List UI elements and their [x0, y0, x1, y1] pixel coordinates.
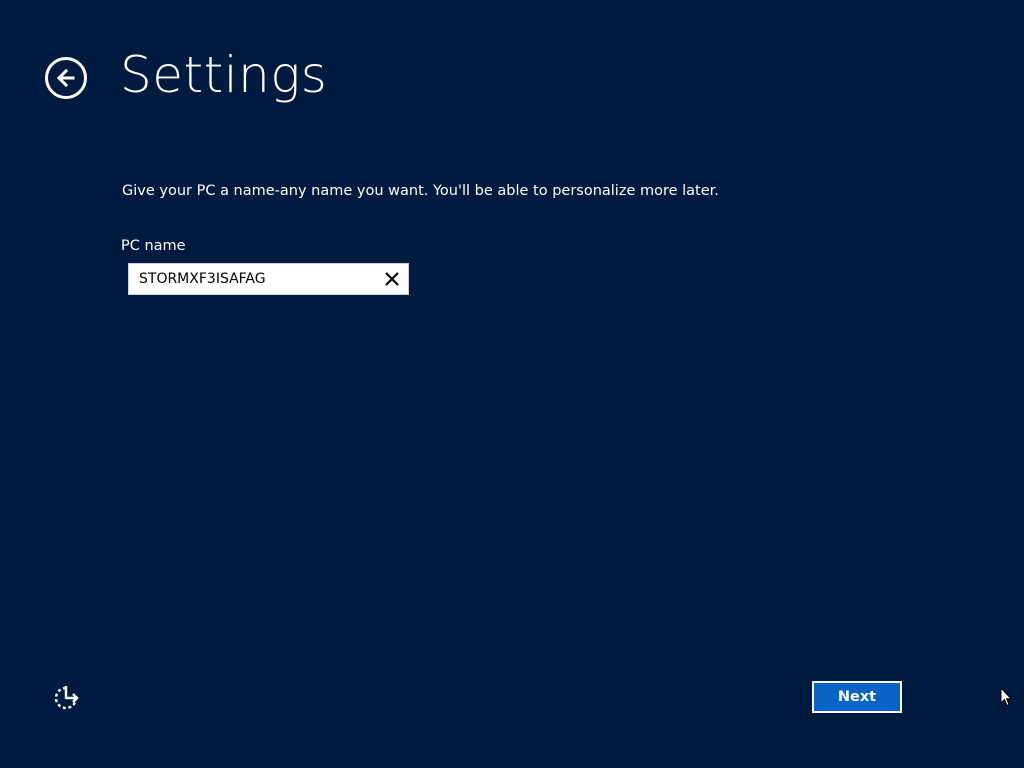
pc-name-input[interactable] [129, 264, 369, 294]
close-icon [385, 272, 399, 286]
pc-name-field [128, 263, 409, 295]
ease-of-access-icon [54, 686, 79, 710]
page-title: Settings [120, 46, 328, 104]
oobe-settings-page: Settings Give your PC a name-any name yo… [0, 0, 1024, 768]
instructions-text: Give your PC a name-any name you want. Y… [122, 183, 719, 199]
back-button[interactable] [45, 57, 87, 99]
clear-text-button[interactable] [380, 267, 404, 291]
pc-name-label: PC name [121, 238, 186, 254]
ease-of-access-button[interactable] [52, 684, 80, 712]
next-button[interactable]: Next [812, 681, 902, 713]
back-arrow-icon [56, 68, 75, 88]
mouse-pointer-icon [1000, 687, 1012, 707]
